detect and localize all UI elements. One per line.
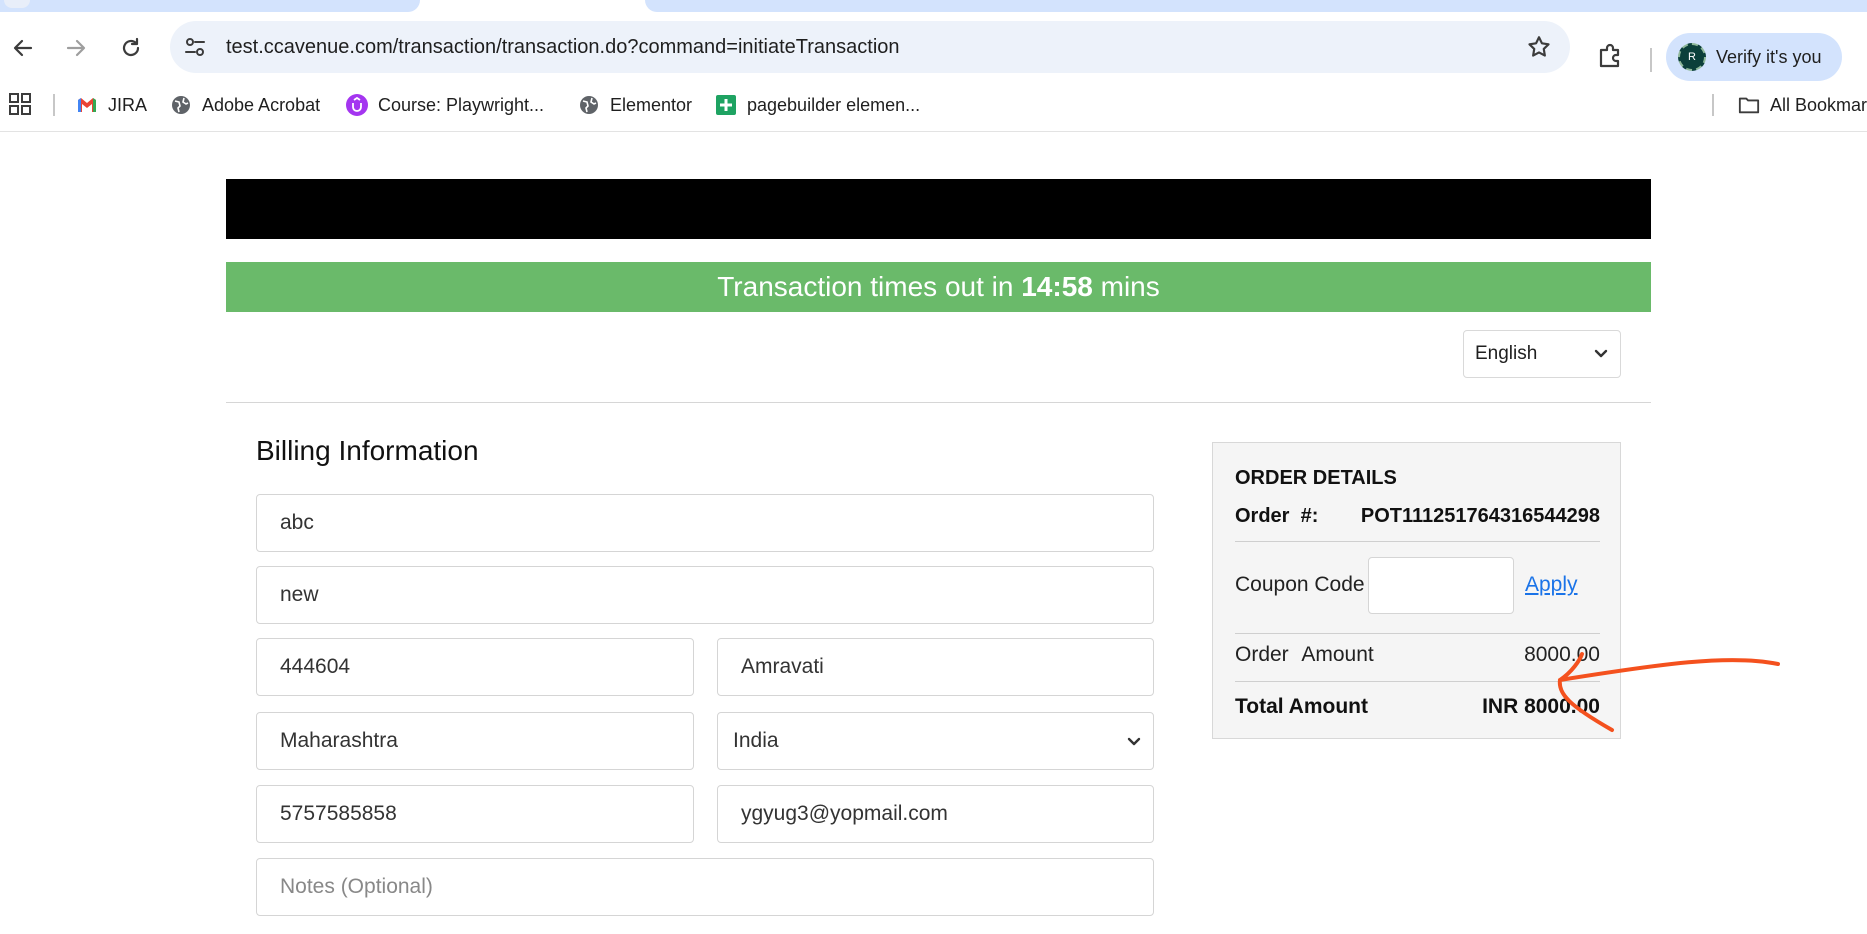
toolbar-divider bbox=[1650, 48, 1652, 72]
order-amount-value: 8000.00 bbox=[1524, 643, 1600, 666]
back-button[interactable] bbox=[7, 32, 39, 64]
transaction-timer-bar: Transaction times out in 14:58 mins bbox=[226, 262, 1651, 312]
timer-value: 14:58 bbox=[1021, 271, 1093, 302]
site-settings-icon[interactable] bbox=[182, 34, 208, 60]
billing-email-field[interactable]: ygyug3@yopmail.com bbox=[717, 785, 1154, 843]
bookmark-elementor[interactable]: Elementor bbox=[578, 90, 692, 120]
all-bookmarks-label: All Bookmarks bbox=[1770, 94, 1867, 115]
profile-label: Verify it's you bbox=[1716, 46, 1822, 67]
browser-tab-inactive[interactable] bbox=[645, 0, 1867, 12]
bookmark-pagebuilder[interactable]: pagebuilder elemen... bbox=[715, 90, 920, 120]
reload-icon bbox=[122, 37, 140, 57]
total-amount-label: Total Amount bbox=[1235, 695, 1368, 718]
udemy-icon bbox=[346, 94, 368, 116]
billing-address-field[interactable]: new bbox=[256, 566, 1154, 624]
gmail-icon bbox=[76, 94, 98, 116]
language-selected: English bbox=[1475, 343, 1538, 364]
arrow-left-icon bbox=[13, 39, 33, 57]
timer-prefix: Transaction times out in bbox=[717, 271, 1014, 302]
bookmark-course-playwright[interactable]: Course: Playwright... bbox=[346, 90, 544, 120]
chevron-down-icon bbox=[1594, 349, 1608, 358]
globe-icon bbox=[578, 94, 600, 116]
bookmark-adobe-acrobat[interactable]: Adobe Acrobat bbox=[170, 90, 320, 120]
bookmark-label: Course: Playwright... bbox=[378, 94, 545, 115]
order-amount-label: Order Amount bbox=[1235, 643, 1374, 666]
chevron-down-icon bbox=[1127, 737, 1141, 746]
all-bookmarks-button[interactable]: All Bookmarks bbox=[1738, 90, 1867, 120]
bookmark-jira[interactable]: JIRA bbox=[76, 90, 147, 120]
avatar: R bbox=[1678, 43, 1706, 71]
timer-suffix: mins bbox=[1100, 271, 1160, 302]
order-number-label: Order #: bbox=[1235, 505, 1319, 527]
folder-icon bbox=[1738, 94, 1760, 116]
order-divider bbox=[1235, 541, 1600, 542]
order-details-title: ORDER DETAILS bbox=[1235, 467, 1397, 489]
browser-tab-inactive[interactable] bbox=[0, 0, 420, 12]
billing-notes-field[interactable]: Notes (Optional) bbox=[256, 858, 1154, 916]
order-details-panel: ORDER DETAILS Order #: POT11125176431654… bbox=[1212, 442, 1621, 739]
order-divider bbox=[1235, 681, 1600, 682]
globe-icon bbox=[170, 94, 192, 116]
apply-coupon-link[interactable]: Apply bbox=[1525, 573, 1578, 597]
language-select[interactable]: English bbox=[1463, 330, 1621, 378]
bookmark-label: pagebuilder elemen... bbox=[747, 94, 921, 115]
billing-title: Billing Information bbox=[256, 435, 479, 466]
bookmark-label: JIRA bbox=[108, 94, 148, 115]
billing-name-field[interactable]: abc bbox=[256, 494, 1154, 552]
order-divider bbox=[1235, 633, 1600, 634]
browser-toolbar: test.ccavenue.com/transaction/transactio… bbox=[0, 12, 1867, 82]
apps-grid-icon[interactable] bbox=[8, 92, 32, 116]
bookmarks-bar: JIRA Adobe Acrobat Course: Playwright...… bbox=[0, 82, 1867, 132]
section-divider bbox=[226, 402, 1651, 403]
profile-button[interactable]: R Verify it's you bbox=[1666, 33, 1842, 81]
total-amount-value: INR 8000.00 bbox=[1482, 695, 1600, 718]
bookmarks-divider bbox=[53, 94, 55, 116]
bookmarks-divider bbox=[1712, 94, 1714, 116]
arrow-right-icon bbox=[66, 39, 86, 57]
forward-button[interactable] bbox=[60, 32, 92, 64]
sheets-icon bbox=[715, 94, 737, 116]
bookmark-star-icon[interactable] bbox=[1526, 34, 1552, 60]
bookmark-label: Adobe Acrobat bbox=[202, 94, 321, 115]
bookmark-label: Elementor bbox=[610, 94, 693, 115]
billing-city-field[interactable]: Amravati bbox=[717, 638, 1154, 696]
billing-country-select[interactable]: India bbox=[717, 712, 1154, 770]
billing-phone-field[interactable]: 5757585858 bbox=[256, 785, 694, 843]
tab-favicon bbox=[4, 0, 30, 8]
tab-strip bbox=[0, 0, 1867, 12]
url-text[interactable]: test.ccavenue.com/transaction/transactio… bbox=[226, 21, 900, 73]
billing-zip-field[interactable]: 444604 bbox=[256, 638, 694, 696]
order-number-value: POT111251764316544298 bbox=[1360, 505, 1600, 527]
header-banner bbox=[226, 179, 1651, 239]
coupon-code-label: Coupon Code bbox=[1235, 573, 1365, 596]
extensions-puzzle-icon[interactable] bbox=[1595, 41, 1625, 71]
reload-button[interactable] bbox=[115, 32, 147, 64]
address-bar[interactable]: test.ccavenue.com/transaction/transactio… bbox=[170, 21, 1570, 73]
country-selected: India bbox=[733, 729, 779, 752]
billing-state-field[interactable]: Maharashtra bbox=[256, 712, 694, 770]
coupon-code-input[interactable] bbox=[1368, 557, 1514, 614]
